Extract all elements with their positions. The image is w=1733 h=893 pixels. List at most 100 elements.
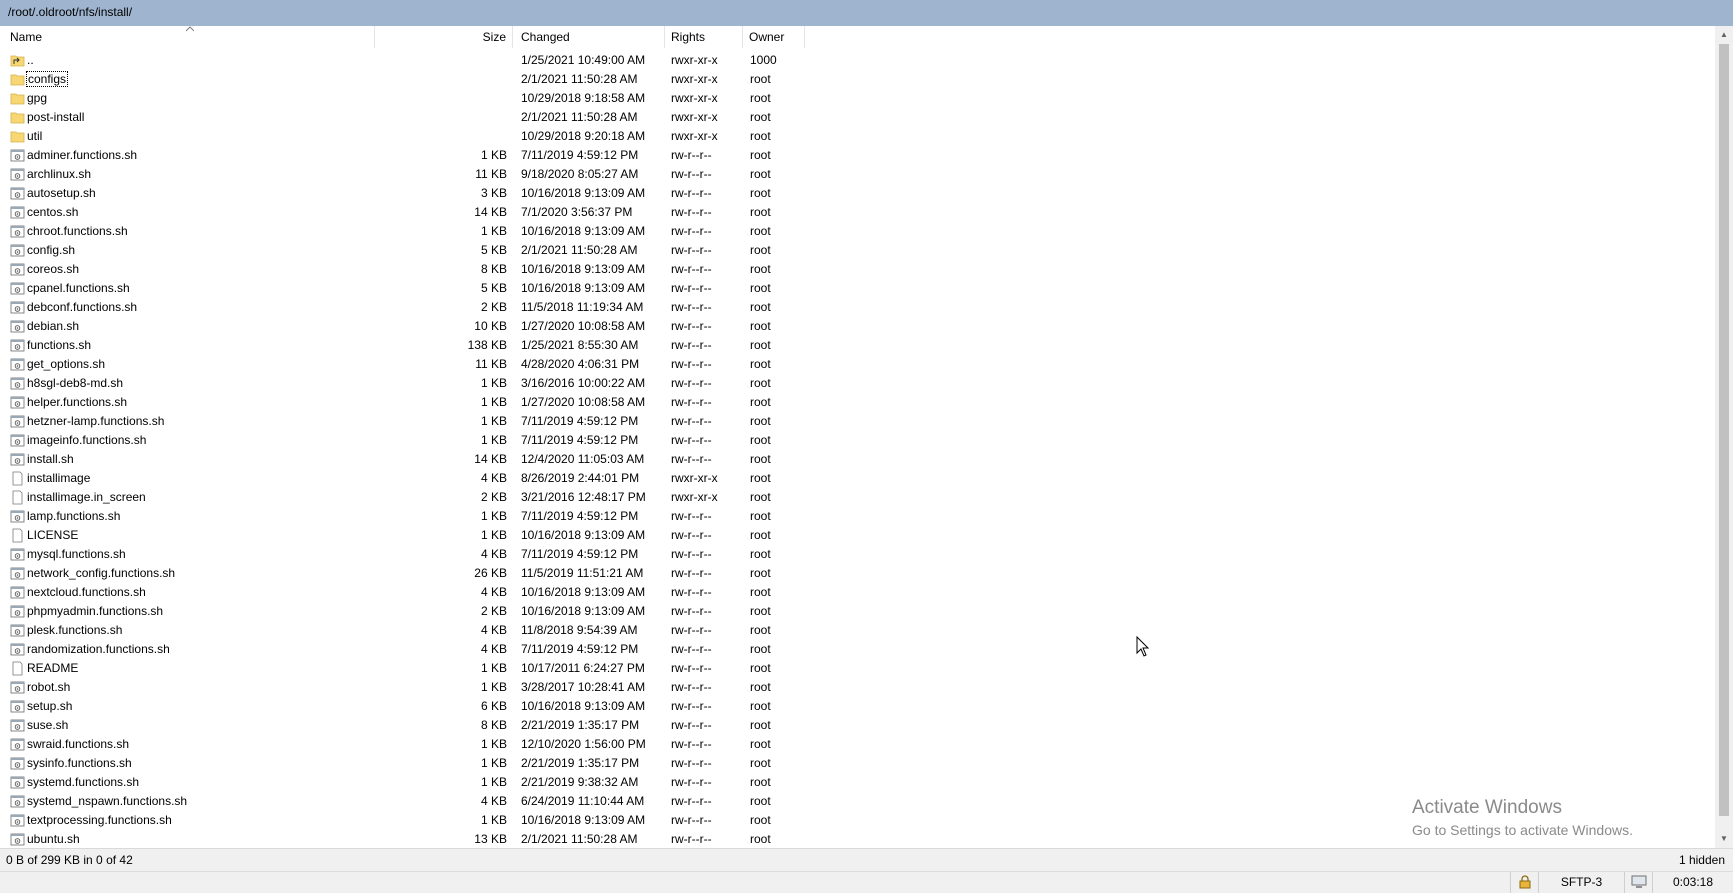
table-row[interactable]: systemd_nspawn.functions.sh 4 KB 6/24/2019… — [0, 792, 900, 811]
file-changed: 1/25/2021 8:55:30 AM — [521, 338, 639, 352]
table-row[interactable]: suse.sh 8 KB 2/21/2019 1:35:17 PM rw-r--r--… — [0, 716, 900, 735]
file-name: h8sgl-deb8-md.sh — [27, 376, 124, 390]
table-row[interactable]: ubuntu.sh 13 KB 2/1/2021 11:50:28 AM rw-r--… — [0, 830, 900, 848]
file-owner: root — [750, 471, 771, 485]
file-rights: rw-r--r-- — [671, 300, 712, 314]
file-changed: 10/16/2018 9:13:09 AM — [521, 281, 646, 295]
scroll-down-arrow-icon[interactable]: ▼ — [1715, 830, 1733, 848]
table-row[interactable]: centos.sh 14 KB 7/1/2020 3:56:37 PM rw-r--r… — [0, 203, 900, 222]
file-changed: 10/29/2018 9:18:58 AM — [521, 91, 646, 105]
table-row[interactable]: systemd.functions.sh 1 KB 2/21/2019 9:38:3… — [0, 773, 900, 792]
folder-icon — [10, 131, 25, 143]
file-rights: rw-r--r-- — [671, 604, 712, 618]
column-changed-header[interactable]: Changed — [513, 26, 665, 48]
file-changed: 10/16/2018 9:13:09 AM — [521, 604, 646, 618]
table-row[interactable]: hetzner-lamp.functions.sh 1 KB 7/11/2019 4… — [0, 412, 900, 431]
table-row[interactable]: config.sh 5 KB 2/1/2021 11:50:28 AM rw-r--r… — [0, 241, 900, 260]
table-row[interactable]: robot.sh 1 KB 3/28/2017 10:28:41 AM rw-r--r… — [0, 678, 900, 697]
table-row[interactable]: sysinfo.functions.sh 1 KB 2/21/2019 1:35:1… — [0, 754, 900, 773]
table-row[interactable]: install.sh 14 KB 12/4/2020 11:05:03 AM rw-r… — [0, 450, 900, 469]
table-row[interactable]: util 10/29/2018 9:20:18 AM rwxr-xr-x root — [0, 127, 900, 146]
file-size: 1 KB — [480, 528, 507, 542]
protocol-segment[interactable]: SFTP-3 — [1538, 872, 1624, 893]
column-header: Name Size Changed Rights Owner — [0, 26, 1715, 48]
table-row[interactable]: debconf.functions.sh 2 KB 11/5/2018 11:19:… — [0, 298, 900, 317]
table-row[interactable]: chroot.functions.sh 1 KB 10/16/2018 9:13:0… — [0, 222, 900, 241]
table-row[interactable]: coreos.sh 8 KB 10/16/2018 9:13:09 AM rw-r--… — [0, 260, 900, 279]
file-rights: rw-r--r-- — [671, 642, 712, 656]
table-row[interactable]: phpmyadmin.functions.sh 2 KB 10/16/2018 9:… — [0, 602, 900, 621]
script-file-icon — [10, 244, 25, 257]
table-row[interactable]: helper.functions.sh 1 KB 1/27/2020 10:08:5… — [0, 393, 900, 412]
table-row[interactable]: installimage.in_screen 2 KB 3/21/2016 12:4… — [0, 488, 900, 507]
parent-folder-icon — [10, 55, 25, 67]
bottom-status-bar: SFTP-3 0:03:18 — [0, 871, 1733, 893]
script-file-icon — [10, 833, 25, 846]
file-size: 4 KB — [480, 642, 507, 656]
file-rights: rw-r--r-- — [671, 813, 712, 827]
vertical-scrollbar[interactable]: ▲ ▼ — [1715, 26, 1733, 848]
table-row[interactable]: swraid.functions.sh 1 KB 12/10/2020 1:56:0… — [0, 735, 900, 754]
file-rights: rw-r--r-- — [671, 547, 712, 561]
table-row[interactable]: lamp.functions.sh 1 KB 7/11/2019 4:59:12 P… — [0, 507, 900, 526]
table-row[interactable]: imageinfo.functions.sh 1 KB 7/11/2019 4:59… — [0, 431, 900, 450]
file-owner: root — [750, 167, 771, 181]
table-row[interactable]: setup.sh 6 KB 10/16/2018 9:13:09 AM rw-r--r… — [0, 697, 900, 716]
table-row[interactable]: installimage 4 KB 8/26/2019 2:44:01 PM rwxr… — [0, 469, 900, 488]
table-row[interactable]: README 1 KB 10/17/2011 6:24:27 PM rw-r--r--… — [0, 659, 900, 678]
connection-segment[interactable] — [1624, 872, 1652, 893]
file-name: archlinux.sh — [27, 167, 92, 181]
table-row[interactable]: get_options.sh 11 KB 4/28/2020 4:06:31 PM r… — [0, 355, 900, 374]
table-row[interactable]: post-install 2/1/2021 11:50:28 AM rwxr-xr-… — [0, 108, 900, 127]
file-name: adminer.functions.sh — [27, 148, 138, 162]
table-row[interactable]: functions.sh 138 KB 1/25/2021 8:55:30 AM rw… — [0, 336, 900, 355]
table-row[interactable]: adminer.functions.sh 1 KB 7/11/2019 4:59:1… — [0, 146, 900, 165]
file-rights: rw-r--r-- — [671, 528, 712, 542]
file-size: 1 KB — [480, 509, 507, 523]
column-rights-header[interactable]: Rights — [665, 26, 743, 48]
table-row[interactable]: LICENSE 1 KB 10/16/2018 9:13:09 AM rw-r--r-… — [0, 526, 900, 545]
file-name: README — [27, 661, 79, 675]
file-name: installimage.in_screen — [27, 490, 146, 504]
file-name: install.sh — [27, 452, 74, 466]
table-row[interactable]: cpanel.functions.sh 5 KB 10/16/2018 9:13:0… — [0, 279, 900, 298]
column-size-header[interactable]: Size — [375, 26, 513, 48]
plain-file-icon — [12, 490, 23, 505]
table-row[interactable]: gpg 10/29/2018 9:18:58 AM rwxr-xr-x root — [0, 89, 900, 108]
table-row[interactable]: randomization.functions.sh 4 KB 7/11/2019 … — [0, 640, 900, 659]
file-name: config.sh — [27, 243, 76, 257]
file-owner: root — [750, 186, 771, 200]
table-row[interactable]: archlinux.sh 11 KB 9/18/2020 8:05:27 AM rw-… — [0, 165, 900, 184]
file-owner: root — [750, 338, 771, 352]
file-rights: rwxr-xr-x — [671, 471, 718, 485]
table-row[interactable]: mysql.functions.sh 4 KB 7/11/2019 4:59:12 … — [0, 545, 900, 564]
file-list[interactable]: .. 1/25/2021 10:49:00 AM rwxr-xr-x 1000 conf… — [0, 50, 1715, 848]
script-file-icon — [10, 586, 25, 599]
table-row[interactable]: textprocessing.functions.sh 1 KB 10/16/201… — [0, 811, 900, 830]
encryption-segment[interactable] — [1510, 872, 1538, 893]
file-rights: rw-r--r-- — [671, 281, 712, 295]
table-row[interactable]: network_config.functions.sh 26 KB 11/5/201… — [0, 564, 900, 583]
table-row[interactable]: nextcloud.functions.sh 4 KB 10/16/2018 9:1… — [0, 583, 900, 602]
table-row[interactable]: configs 2/1/2021 11:50:28 AM rwxr-xr-x root — [0, 70, 900, 89]
file-rights: rw-r--r-- — [671, 680, 712, 694]
table-row[interactable]: .. 1/25/2021 10:49:00 AM rwxr-xr-x 1000 — [0, 51, 900, 70]
table-row[interactable]: autosetup.sh 3 KB 10/16/2018 9:13:09 AM rw-… — [0, 184, 900, 203]
column-owner-header[interactable]: Owner — [743, 26, 805, 48]
file-changed: 10/16/2018 9:13:09 AM — [521, 585, 646, 599]
file-changed: 10/16/2018 9:13:09 AM — [521, 813, 646, 827]
file-name: sysinfo.functions.sh — [27, 756, 132, 770]
file-rights: rw-r--r-- — [671, 794, 712, 808]
hidden-count[interactable]: 1 hidden — [1679, 849, 1725, 871]
table-row[interactable]: debian.sh 10 KB 1/27/2020 10:08:58 AM rw-r-… — [0, 317, 900, 336]
file-rights: rw-r--r-- — [671, 718, 712, 732]
scrollbar-thumb[interactable] — [1719, 44, 1729, 816]
path-bar[interactable]: /root/.oldroot/nfs/install/ — [0, 0, 1733, 26]
table-row[interactable]: plesk.functions.sh 4 KB 11/8/2018 9:54:39 … — [0, 621, 900, 640]
file-rights: rw-r--r-- — [671, 737, 712, 751]
script-file-icon — [10, 681, 25, 694]
file-size: 4 KB — [480, 623, 507, 637]
scroll-up-arrow-icon[interactable]: ▲ — [1715, 26, 1733, 44]
file-rights: rw-r--r-- — [671, 148, 712, 162]
table-row[interactable]: h8sgl-deb8-md.sh 1 KB 3/16/2016 10:00:22 A… — [0, 374, 900, 393]
